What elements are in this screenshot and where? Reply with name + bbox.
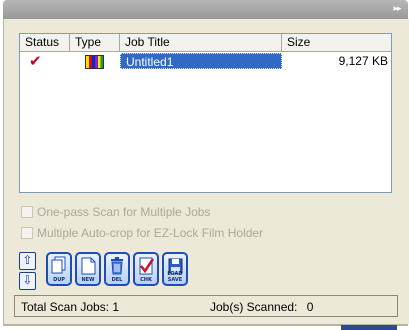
job-row[interactable]: ✔ Untitled1 9,127 KB — [20, 53, 391, 69]
check-job-button[interactable]: CHK — [133, 252, 159, 286]
collapse-chevron-icon[interactable]: ▸▸ — [390, 3, 404, 15]
duplicate-job-button[interactable]: DUP — [46, 252, 72, 286]
column-header-size[interactable]: Size — [282, 34, 391, 51]
reorder-arrows: ⇧ ⇩ — [19, 252, 36, 290]
status-bar: Total Scan Jobs: 1 Job(s) Scanned: 0 — [14, 295, 398, 317]
auto-crop-option[interactable]: Multiple Auto-crop for EZ-Lock Film Hold… — [21, 226, 263, 240]
job-status-cell: ✔ — [20, 53, 70, 69]
move-up-arrow-icon[interactable]: ⇧ — [19, 252, 36, 270]
load-save-button[interactable]: LOAD SAVE — [162, 252, 188, 286]
column-header-status[interactable]: Status — [20, 34, 70, 51]
auto-crop-label: Multiple Auto-crop for EZ-Lock Film Hold… — [37, 226, 264, 240]
one-pass-checkbox[interactable] — [21, 206, 33, 218]
auto-crop-checkbox[interactable] — [21, 227, 33, 239]
new-document-icon — [81, 257, 96, 275]
jobs-scanned-value: 0 — [306, 300, 314, 314]
job-panel: Status Type Job Title Size ✔ Untitled1 9… — [3, 19, 409, 324]
move-down-arrow-icon[interactable]: ⇩ — [19, 272, 36, 290]
one-pass-label: One-pass Scan for Multiple Jobs — [37, 205, 211, 219]
new-job-button[interactable]: NEW — [75, 252, 101, 286]
delete-job-button[interactable]: DEL — [104, 252, 130, 286]
job-list[interactable]: Status Type Job Title Size ✔ Untitled1 9… — [19, 33, 392, 193]
new-job-button-label: NEW — [81, 277, 95, 283]
job-title-cell[interactable]: Untitled1 — [120, 53, 282, 69]
job-list-header: Status Type Job Title Size — [20, 34, 391, 52]
total-scan-jobs: Total Scan Jobs: 1 — [21, 300, 119, 314]
total-scan-jobs-label: Total Scan Jobs: — [21, 300, 110, 314]
jobs-scanned-label: Job(s) Scanned: — [210, 300, 298, 314]
delete-job-button-label: DEL — [111, 277, 123, 283]
column-header-job-title[interactable]: Job Title — [120, 34, 282, 51]
panel-titlebar: ▸▸ — [3, 0, 408, 19]
trash-icon — [111, 257, 123, 275]
checkmark-document-icon — [139, 257, 154, 275]
duplicate-job-button-label: DUP — [53, 277, 65, 283]
column-header-type[interactable]: Type — [70, 34, 120, 51]
duplicate-icon — [51, 256, 66, 274]
check-job-button-label: CHK — [140, 277, 152, 283]
jobs-scanned: Job(s) Scanned: 0 — [210, 300, 313, 314]
background-window-strip — [341, 325, 397, 330]
one-pass-option[interactable]: One-pass Scan for Multiple Jobs — [21, 205, 210, 219]
load-save-button-label: LOAD SAVE — [167, 271, 183, 283]
check-icon: ✔ — [29, 52, 42, 70]
color-film-icon — [85, 55, 104, 69]
job-size-cell: 9,127 KB — [338, 54, 388, 68]
total-scan-jobs-value: 1 — [112, 300, 120, 314]
job-type-cell — [70, 53, 120, 69]
